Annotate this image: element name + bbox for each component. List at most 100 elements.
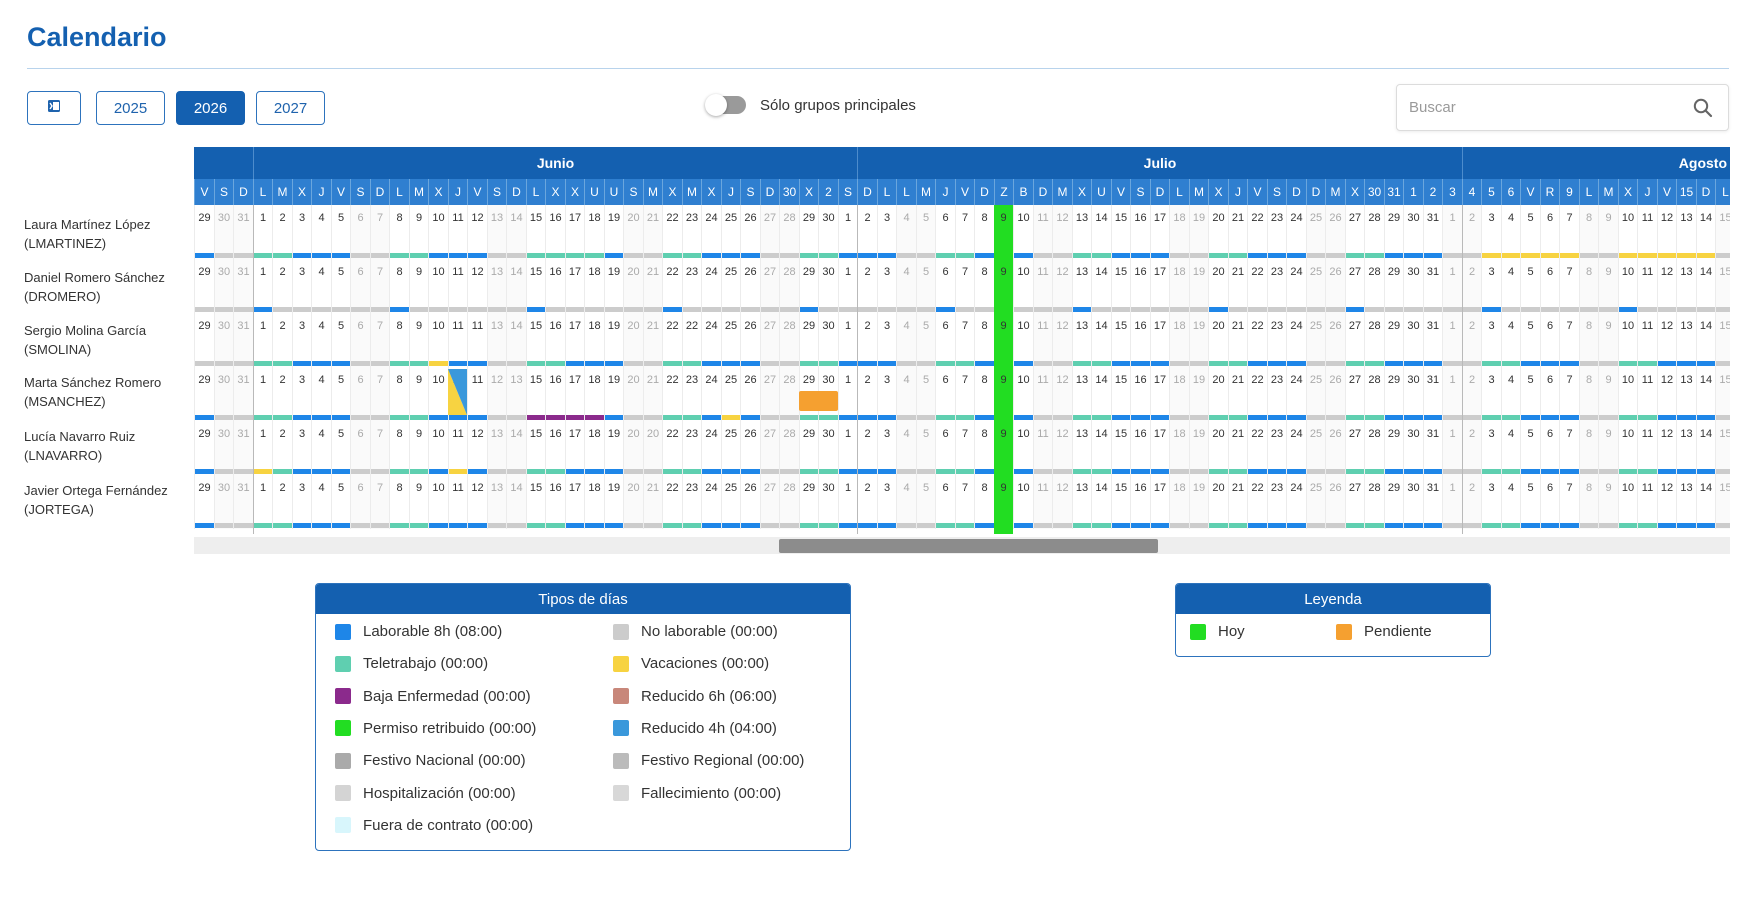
day-cell[interactable]: 19	[1189, 313, 1208, 367]
main-groups-toggle[interactable]	[705, 94, 746, 116]
day-cell[interactable]: 26	[1325, 421, 1345, 475]
day-cell[interactable]: 11	[1637, 475, 1657, 529]
day-cell[interactable]: 10	[1618, 259, 1637, 313]
day-cell[interactable]: 29	[1384, 475, 1403, 529]
year-2027-button[interactable]: 2027	[256, 91, 325, 125]
day-cell[interactable]: 5	[331, 367, 350, 421]
day-cell[interactable]: 11	[1637, 367, 1657, 421]
day-cell[interactable]: 7	[955, 475, 974, 529]
day-cell[interactable]: 24	[1286, 475, 1306, 529]
day-cell[interactable]: 16	[1130, 205, 1150, 259]
day-cell[interactable]: 7	[955, 367, 974, 421]
day-cell[interactable]: 3	[877, 421, 896, 475]
employee-name[interactable]: Lucía Navarro Ruiz (LNAVARRO)	[24, 427, 194, 465]
day-cell[interactable]: 7	[955, 259, 974, 313]
day-cell[interactable]: 12	[487, 367, 506, 421]
day-cell[interactable]: 18	[584, 259, 604, 313]
day-cell[interactable]: 22	[1247, 259, 1267, 313]
day-cell[interactable]: 12	[467, 421, 487, 475]
day-cell[interactable]: 16	[545, 421, 565, 475]
day-cell[interactable]: 14	[1696, 259, 1715, 313]
day-cell[interactable]: 14	[1091, 367, 1111, 421]
day-cell[interactable]: 13	[487, 259, 506, 313]
day-cell[interactable]: 17	[565, 421, 584, 475]
day-cell[interactable]: 4	[896, 475, 916, 529]
day-cell[interactable]: 24	[701, 205, 721, 259]
day-cell[interactable]: 26	[740, 475, 760, 529]
day-cell[interactable]: 23	[1267, 367, 1286, 421]
day-cell[interactable]: 31	[233, 421, 253, 475]
day-cell[interactable]: 16	[1130, 259, 1150, 313]
day-cell[interactable]: 12	[467, 259, 487, 313]
day-cell[interactable]: 31	[1423, 313, 1442, 367]
day-cell[interactable]: 22	[662, 475, 682, 529]
day-cell[interactable]: 28	[779, 313, 799, 367]
day-cell[interactable]: 17	[565, 475, 584, 529]
day-cell[interactable]: 17	[1150, 313, 1169, 367]
day-cell[interactable]: 21	[643, 313, 662, 367]
day-cell[interactable]: 18	[584, 313, 604, 367]
day-cell[interactable]: 12	[1052, 205, 1072, 259]
day-cell[interactable]: 9	[1598, 205, 1618, 259]
day-cell[interactable]: 28	[1364, 421, 1384, 475]
day-cell[interactable]: 19	[1189, 205, 1208, 259]
day-cell[interactable]: 3	[1481, 421, 1501, 475]
day-cell[interactable]: 15	[1715, 313, 1730, 367]
day-cell[interactable]: 24	[701, 367, 721, 421]
day-cell[interactable]: 4	[311, 205, 331, 259]
day-cell[interactable]: 30	[1403, 367, 1423, 421]
day-cell[interactable]: 9	[409, 421, 428, 475]
day-cell[interactable]: 9	[409, 475, 428, 529]
day-cell[interactable]: 25	[1306, 205, 1325, 259]
day-cell[interactable]: 29	[799, 475, 818, 529]
day-cell[interactable]: 20	[1208, 421, 1228, 475]
day-cell[interactable]: 1	[838, 313, 857, 367]
day-cell[interactable]: 25	[721, 313, 740, 367]
day-cell[interactable]: 27	[1345, 259, 1364, 313]
day-cell[interactable]: 17	[565, 205, 584, 259]
day-cell[interactable]: 2	[857, 205, 877, 259]
day-cell[interactable]: 6	[350, 421, 370, 475]
day-cell[interactable]: 26	[740, 205, 760, 259]
day-cell[interactable]: 23	[682, 475, 701, 529]
day-cell[interactable]: 28	[1364, 367, 1384, 421]
day-cell[interactable]: 5	[331, 313, 350, 367]
day-cell[interactable]: 29	[194, 313, 214, 367]
day-cell[interactable]: 17	[565, 313, 584, 367]
pending-request-block[interactable]	[799, 391, 838, 411]
day-cell[interactable]: 6	[935, 313, 955, 367]
day-cell[interactable]: 9	[409, 313, 428, 367]
day-cell[interactable]: 4	[311, 313, 331, 367]
day-cell[interactable]: 22	[662, 259, 682, 313]
day-cell[interactable]: 3	[292, 421, 311, 475]
day-cell[interactable]: 16	[1130, 313, 1150, 367]
day-cell[interactable]: 18	[584, 421, 604, 475]
day-cell[interactable]: 2	[857, 475, 877, 529]
day-cell[interactable]: 10	[1013, 367, 1033, 421]
day-cell[interactable]: 17	[1150, 421, 1169, 475]
day-cell[interactable]: 24	[701, 475, 721, 529]
day-cell[interactable]: 26	[740, 421, 760, 475]
day-cell[interactable]: 2	[272, 421, 292, 475]
day-cell[interactable]: 11	[448, 205, 467, 259]
day-cell[interactable]: 3	[292, 475, 311, 529]
day-cell[interactable]: 2	[272, 259, 292, 313]
day-cell[interactable]: 20	[643, 421, 662, 475]
day-cell[interactable]: 31	[1423, 421, 1442, 475]
day-cell[interactable]: 1	[838, 205, 857, 259]
day-cell[interactable]: 27	[1345, 475, 1364, 529]
day-cell[interactable]: 4	[1501, 475, 1520, 529]
day-cell[interactable]: 8	[974, 475, 994, 529]
day-cell[interactable]: 14	[1091, 259, 1111, 313]
day-cell[interactable]: 27	[760, 421, 779, 475]
day-cell[interactable]: 4	[311, 367, 331, 421]
day-cell[interactable]: 6	[350, 205, 370, 259]
employee-name[interactable]: Daniel Romero Sánchez (DROMERO)	[24, 268, 194, 306]
day-cell[interactable]: 25	[1306, 367, 1325, 421]
day-cell[interactable]: 15	[1111, 475, 1130, 529]
day-cell[interactable]: 14	[506, 313, 526, 367]
day-cell[interactable]: 7	[1559, 259, 1579, 313]
day-cell[interactable]: 19	[1189, 259, 1208, 313]
day-cell[interactable]: 14	[1091, 313, 1111, 367]
day-cell[interactable]: 28	[779, 367, 799, 421]
